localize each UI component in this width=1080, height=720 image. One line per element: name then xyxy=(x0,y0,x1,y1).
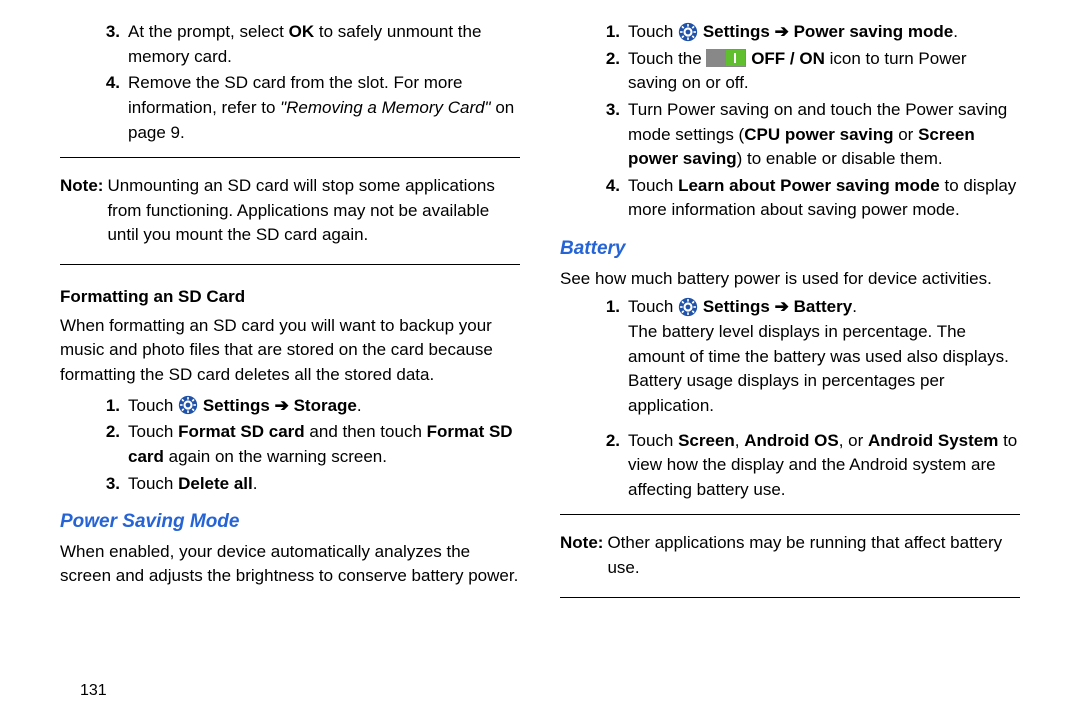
item-number: 1. xyxy=(600,20,628,45)
item-number: 1. xyxy=(600,295,628,418)
settings-gear-icon xyxy=(178,395,198,415)
note-text: Unmounting an SD card will stop some app… xyxy=(107,174,520,248)
settings-gear-icon xyxy=(678,22,698,42)
subheading-formatting: Formatting an SD Card xyxy=(60,285,520,310)
paragraph: See how much battery power is used for d… xyxy=(560,267,1020,292)
list-item: 4. Touch Learn about Power saving mode t… xyxy=(600,174,1020,223)
note-label: Note: xyxy=(60,174,107,248)
ordered-list: 1. Touch Settings ➔ Power saving mode. 2… xyxy=(560,20,1020,225)
list-item: 3. At the prompt, select OK to safely un… xyxy=(100,20,520,69)
item-number: 1. xyxy=(100,394,128,419)
ordered-list: 1. Touch Settings ➔ Storage. 2. Touch Fo… xyxy=(60,394,520,499)
item-body: Turn Power saving on and touch the Power… xyxy=(628,98,1020,172)
item-body: Touch Format SD card and then touch Form… xyxy=(128,420,520,469)
note-label: Note: xyxy=(560,531,607,580)
note-block: Note: Unmounting an SD card will stop so… xyxy=(60,174,520,248)
list-item: 2. Touch Format SD card and then touch F… xyxy=(100,420,520,469)
list-item: 2. Touch the OFF / ON icon to turn Power… xyxy=(600,47,1020,96)
list-item: 3. Touch Delete all. xyxy=(100,472,520,497)
page-number: 131 xyxy=(80,682,107,700)
toggle-switch-icon xyxy=(706,49,746,67)
list-item: 1. Touch Settings ➔ Storage. xyxy=(100,394,520,419)
note-block: Note: Other applications may be running … xyxy=(560,531,1020,580)
item-number: 3. xyxy=(100,472,128,497)
item-body: Touch Learn about Power saving mode to d… xyxy=(628,174,1020,223)
item-number: 4. xyxy=(100,71,128,145)
list-item: 2. Touch Screen, Android OS, or Android … xyxy=(600,429,1020,503)
settings-gear-icon xyxy=(678,297,698,317)
left-column: 3. At the prompt, select OK to safely un… xyxy=(60,20,520,700)
item-body: Touch Settings ➔ Battery. The battery le… xyxy=(628,295,1020,418)
item-body: Touch Settings ➔ Power saving mode. xyxy=(628,20,1020,45)
item-number: 3. xyxy=(600,98,628,172)
manual-page: 3. At the prompt, select OK to safely un… xyxy=(0,0,1080,720)
item-body: Remove the SD card from the slot. For mo… xyxy=(128,71,520,145)
list-item: 4. Remove the SD card from the slot. For… xyxy=(100,71,520,145)
item-body: Touch Screen, Android OS, or Android Sys… xyxy=(628,429,1020,503)
item-number: 2. xyxy=(600,47,628,96)
item-number: 2. xyxy=(100,420,128,469)
item-body: At the prompt, select OK to safely unmou… xyxy=(128,20,520,69)
item-number: 3. xyxy=(100,20,128,69)
divider xyxy=(560,597,1020,598)
list-item: 3. Turn Power saving on and touch the Po… xyxy=(600,98,1020,172)
item-body: Touch the OFF / ON icon to turn Power sa… xyxy=(628,47,1020,96)
section-title-battery: Battery xyxy=(560,235,1020,263)
section-title-power-saving: Power Saving Mode xyxy=(60,508,520,536)
right-column: 1. Touch Settings ➔ Power saving mode. 2… xyxy=(560,20,1020,700)
item-number: 2. xyxy=(600,429,628,503)
divider xyxy=(560,514,1020,515)
item-body: Touch Settings ➔ Storage. xyxy=(128,394,520,419)
list-item: 1. Touch Settings ➔ Battery. The battery… xyxy=(600,295,1020,418)
list-continuation: 3. At the prompt, select OK to safely un… xyxy=(60,20,520,147)
divider xyxy=(60,157,520,158)
paragraph: When formatting an SD card you will want… xyxy=(60,314,520,388)
item-number: 4. xyxy=(600,174,628,223)
paragraph: When enabled, your device automatically … xyxy=(60,540,520,589)
ordered-list: 1. Touch Settings ➔ Battery. The battery… xyxy=(560,295,1020,504)
list-item: 1. Touch Settings ➔ Power saving mode. xyxy=(600,20,1020,45)
item-body: Touch Delete all. xyxy=(128,472,520,497)
note-text: Other applications may be running that a… xyxy=(607,531,1020,580)
divider xyxy=(60,264,520,265)
